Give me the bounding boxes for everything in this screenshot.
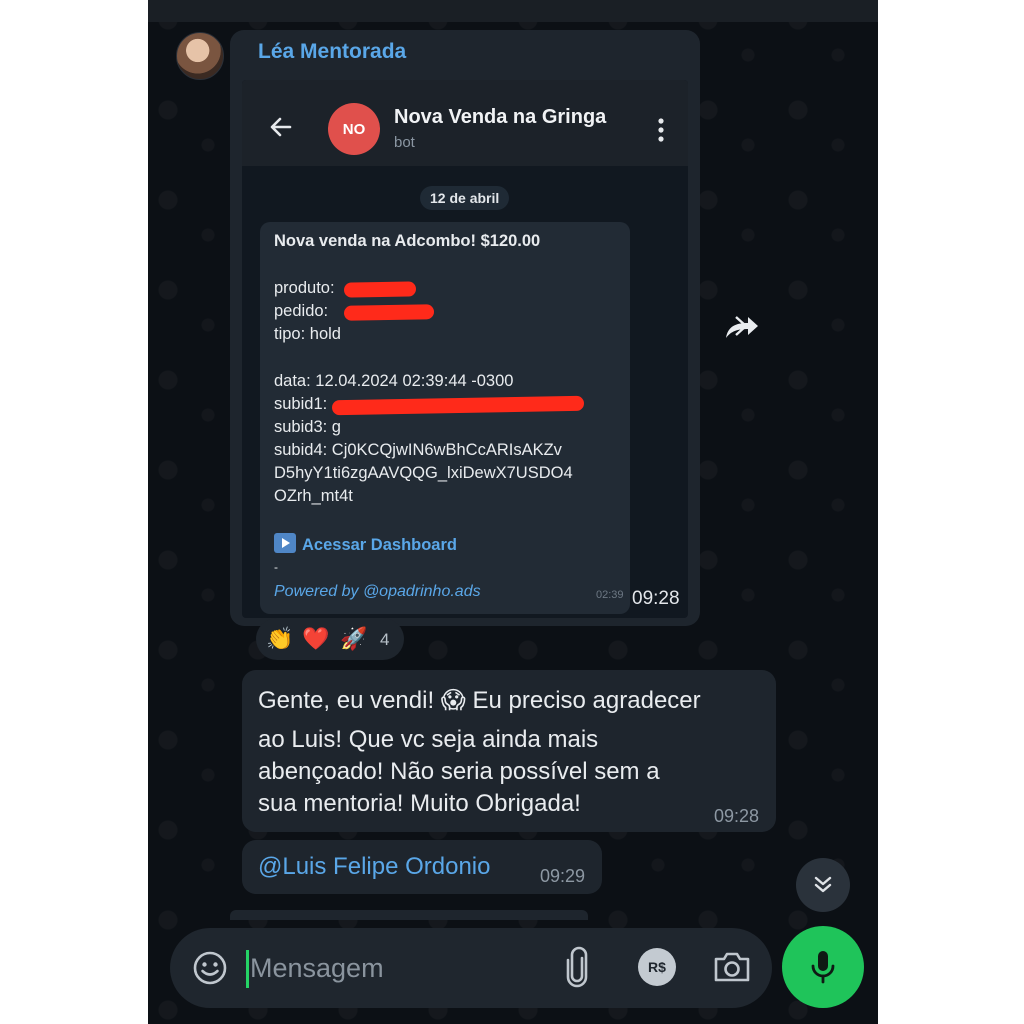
redaction-mark — [343, 304, 435, 321]
partial-message-bubble — [230, 910, 588, 920]
message-line-4: sua mentoria! Muito Obrigada! — [258, 790, 581, 817]
double-chevron-down-icon — [814, 876, 832, 893]
message-bubble-thanks[interactable]: Gente, eu vendi! 😱 Eu preciso agradecer … — [242, 670, 776, 832]
voice-record-button[interactable] — [782, 926, 864, 1008]
message-input[interactable] — [250, 948, 540, 988]
screenshot-chat-header: NO Nova Venda na Gringa bot — [242, 80, 688, 166]
date-line: data: 12.04.2024 02:39:44 -0300 — [274, 372, 514, 390]
message-bubble-mention[interactable]: @Luis Felipe Ordonio 09:29 — [242, 840, 602, 894]
message-line-3: abençoado! Não seria possível sem a — [258, 758, 660, 785]
order-line: pedido: — [274, 302, 329, 320]
subid4-line: subid4: Cj0KCQjwIN6wBhCcARIsAKZv — [274, 441, 562, 459]
date-pill: 12 de abril — [420, 186, 510, 210]
paperclip-icon[interactable] — [562, 946, 592, 988]
message-text-a: Gente, eu vendi! — [258, 687, 435, 714]
arrow-left-icon — [270, 117, 292, 137]
subid1-line: subid1: — [274, 395, 328, 413]
redaction-mark — [331, 395, 585, 416]
message-composer: R$ — [170, 928, 772, 1008]
product-line: produto: — [274, 279, 335, 297]
dashboard-link: Acessar Dashboard — [274, 533, 457, 557]
top-strip — [148, 0, 878, 22]
message-line-2: ao Luis! Que vc seja ainda mais — [258, 726, 599, 753]
bot-subtitle: bot — [394, 134, 415, 151]
type-line: tipo: hold — [274, 325, 341, 343]
sale-notification-bubble: Nova venda na Adcombo! $120.00 produto: … — [260, 222, 630, 614]
forward-share-icon[interactable] — [722, 314, 762, 342]
reaction-rocket[interactable]: 🚀 — [340, 626, 367, 652]
message-text-b: Eu preciso agradecer — [472, 687, 701, 714]
bot-avatar: NO — [328, 103, 380, 155]
forwarded-screenshot-image[interactable]: NO Nova Venda na Gringa bot 12 de abril … — [242, 80, 688, 618]
message-timestamp: 09:28 — [714, 806, 760, 826]
message-timestamp: 09:28 — [632, 588, 680, 609]
sale-title: Nova venda na Adcombo! $120.00 — [274, 232, 541, 250]
payment-button[interactable]: R$ — [638, 948, 676, 986]
reaction-heart[interactable]: ❤️ — [302, 626, 329, 652]
message-timestamp: 09:29 — [540, 866, 586, 886]
dashboard-link-text: Acessar Dashboard — [302, 536, 457, 554]
sender-name[interactable]: Léa Mentorada — [258, 40, 406, 64]
subid4-line-end: OZrh_mt4t — [274, 487, 353, 505]
chat-screen: Léa Mentorada NO Nova Venda na Gringa bo… — [148, 0, 878, 1024]
reaction-clap[interactable]: 👏 — [266, 626, 293, 652]
dash-line: - — [274, 560, 278, 574]
user-mention-link[interactable]: @Luis Felipe Ordonio — [258, 853, 490, 881]
microphone-icon — [811, 951, 835, 984]
message-line-1: Gente, eu vendi! 😱 Eu preciso agradecer — [258, 686, 701, 715]
redaction-mark — [343, 281, 417, 298]
screaming-emoji: 😱 — [440, 687, 466, 714]
subid4-line-cont: D5hyY1ti6zgAAVQQG_lxiDewX7USDO4 — [274, 464, 573, 482]
sender-avatar[interactable] — [176, 32, 224, 80]
vertical-dots-icon — [658, 118, 664, 142]
subid3-line: subid3: g — [274, 418, 341, 436]
bot-name: Nova Venda na Gringa — [394, 106, 607, 128]
reaction-count: 4 — [380, 630, 390, 649]
inner-timestamp: 02:39 — [596, 589, 624, 601]
scroll-down-button[interactable] — [796, 858, 850, 912]
emoji-smile-icon[interactable] — [190, 948, 230, 988]
camera-icon[interactable] — [712, 948, 752, 986]
powered-by: Powered by @opadrinho.ads — [274, 583, 481, 600]
reactions-bar[interactable]: 👏 ❤️ 🚀 4 — [256, 618, 404, 660]
play-icon — [274, 533, 296, 553]
text-cursor — [246, 950, 249, 988]
